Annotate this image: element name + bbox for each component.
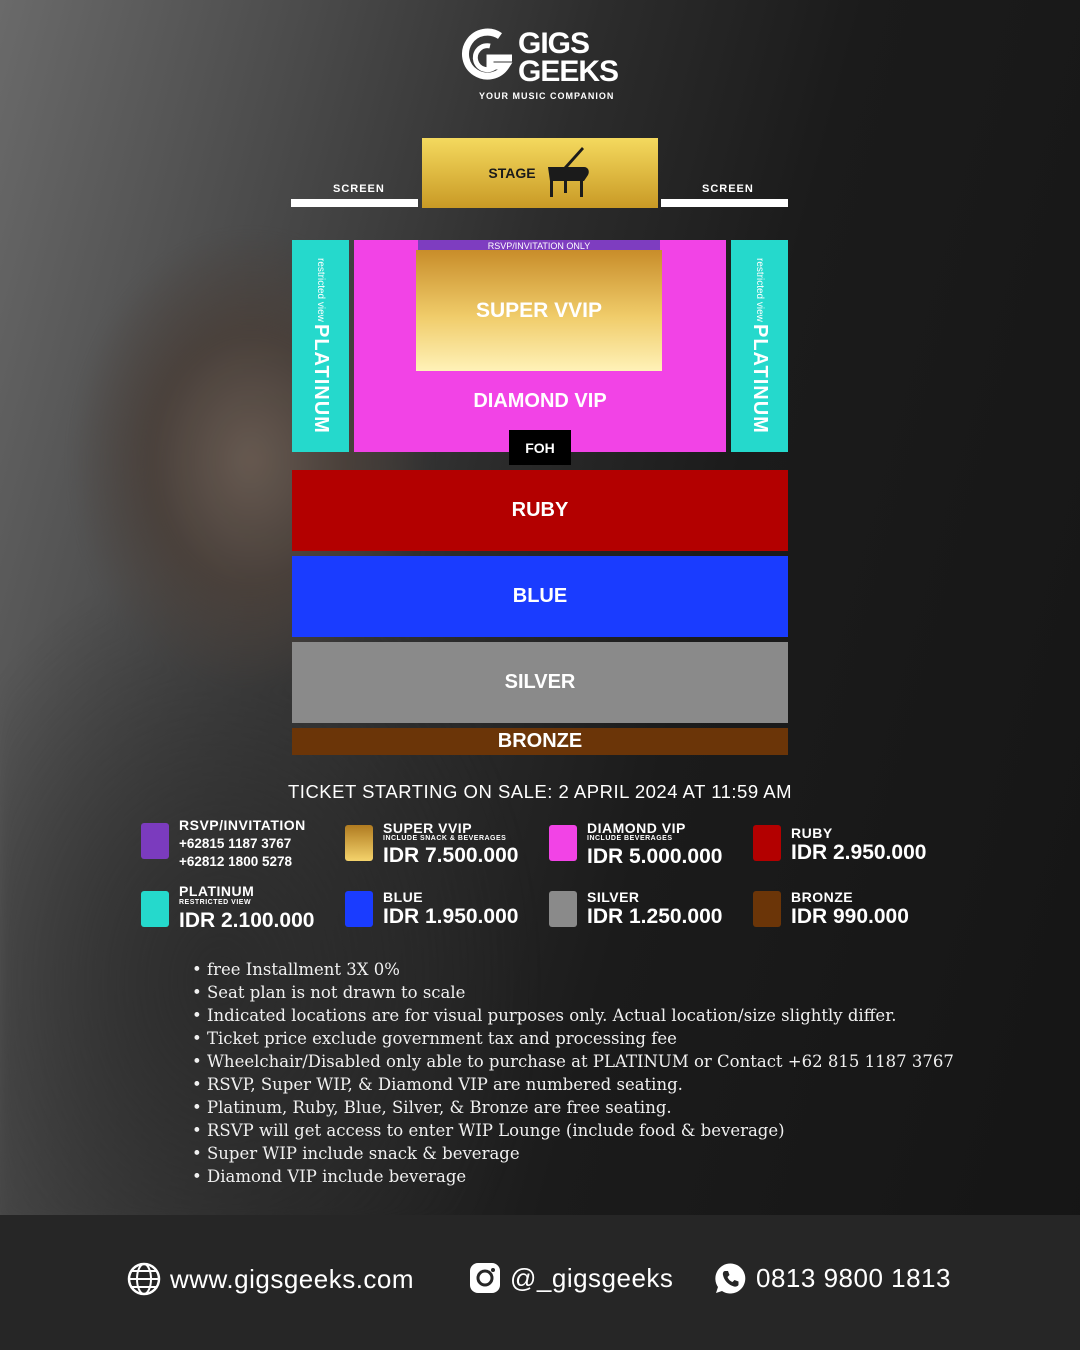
footer-website[interactable]: www.gigsgeeks.com <box>127 1262 414 1296</box>
footer-phone[interactable]: 0813 9800 1813 <box>714 1262 951 1295</box>
legend-rsvp-phone2: +62812 1800 5278 <box>179 854 292 869</box>
silver-swatch <box>549 891 577 927</box>
legend-super-vvip-price: IDR 7.500.000 <box>383 844 519 867</box>
legend-bronze-name: BRONZE <box>791 889 854 905</box>
ruby-zone[interactable]: RUBY <box>292 470 788 551</box>
grand-piano-icon <box>547 147 589 197</box>
stage-label: STAGE <box>488 165 536 181</box>
website-text: www.gigsgeeks.com <box>170 1263 415 1294</box>
platinum-right-zone[interactable]: restricted view PLATINUM <box>731 240 788 452</box>
note-item: • RSVP, Super WIP, & Diamond VIP are num… <box>192 1075 683 1094</box>
legend-diamond-vip-sub: INCLUDE BEVERAGES <box>587 835 673 842</box>
ruby-swatch <box>753 825 781 861</box>
note-item: • Platinum, Ruby, Blue, Silver, & Bronze… <box>192 1098 672 1117</box>
note-item: • Wheelchair/Disabled only able to purch… <box>192 1052 954 1071</box>
screen-right <box>661 199 788 207</box>
note-item: • Diamond VIP include beverage <box>192 1167 467 1186</box>
phone-text: 0813 9800 1813 <box>756 1263 951 1293</box>
stage: STAGE <box>422 138 658 208</box>
legend-silver-name: SILVER <box>587 889 640 905</box>
legend-ruby-price: IDR 2.950.000 <box>791 841 927 864</box>
rsvp-swatch <box>141 823 169 859</box>
whatsapp-icon <box>715 1263 746 1294</box>
diamond-vip-label: DIAMOND VIP <box>473 390 607 412</box>
screen-left-label: SCREEN <box>333 183 385 195</box>
legend-platinum-sub: RESTRICTED VIEW <box>179 899 252 906</box>
instagram-icon <box>470 1263 500 1293</box>
legend-platinum-name: PLATINUM <box>179 883 255 899</box>
note-item: • Seat plan is not drawn to scale <box>192 983 466 1002</box>
legend-diamond-vip-name: DIAMOND VIP <box>587 820 686 836</box>
legend-bronze-price: IDR 990.000 <box>791 905 909 928</box>
legend-silver-price: IDR 1.250.000 <box>587 905 723 928</box>
legend-blue-price: IDR 1.950.000 <box>383 905 519 928</box>
foh-booth: FOH <box>509 430 571 465</box>
platinum-swatch <box>141 891 169 927</box>
legend-ruby-name: RUBY <box>791 825 833 841</box>
note-item: • Ticket price exclude government tax an… <box>192 1029 677 1048</box>
super-vvip-zone[interactable]: SUPER VVIP <box>416 250 662 371</box>
footer-instagram[interactable]: @_gigsgeeks <box>469 1262 673 1294</box>
gigsgeeks-logo[interactable]: GIGS GEEKS YOUR MUSIC COMPANION <box>460 28 630 104</box>
note-item: • Super WIP include snack & beverage <box>192 1144 520 1163</box>
silver-zone[interactable]: SILVER <box>292 642 788 723</box>
legend-rsvp-phone1: +62815 1187 3767 <box>179 836 292 851</box>
gg-monogram-icon <box>462 28 513 80</box>
platinum-left-zone[interactable]: PLATINUM restricted view <box>292 240 349 452</box>
bronze-zone[interactable]: BRONZE <box>292 728 788 755</box>
legend-platinum-price: IDR 2.100.000 <box>179 909 315 932</box>
note-item: • free Installment 3X 0% <box>192 960 400 979</box>
legend-rsvp-name: RSVP/INVITATION <box>179 817 306 833</box>
sale-banner: TICKET STARTING ON SALE: 2 APRIL 2024 AT… <box>288 781 792 802</box>
platinum-left-label: PLATINUM <box>310 324 332 434</box>
screen-left <box>291 199 418 207</box>
platinum-left-sub: restricted view <box>315 258 326 323</box>
platinum-right-label: PLATINUM <box>749 324 771 434</box>
instagram-text: @_gigsgeeks <box>510 1262 674 1293</box>
logo-tagline: YOUR MUSIC COMPANION <box>479 91 615 101</box>
legend-blue-name: BLUE <box>383 889 424 905</box>
terms-list: • free Installment 3X 0% • Seat plan is … <box>192 958 954 1188</box>
note-item: • Indicated locations are for visual pur… <box>192 1006 897 1025</box>
legend-diamond-vip-price: IDR 5.000.000 <box>587 845 723 868</box>
screen-right-label: SCREEN <box>702 183 754 195</box>
logo-text: GIGS GEEKS <box>518 27 619 88</box>
legend-super-vvip-name: SUPER VVIP <box>383 820 473 836</box>
blue-zone[interactable]: BLUE <box>292 556 788 637</box>
super-vvip-swatch <box>345 825 373 861</box>
note-item: • RSVP will get access to enter WIP Loun… <box>192 1121 785 1140</box>
diamond-vip-swatch <box>549 825 577 861</box>
globe-icon <box>127 1262 161 1296</box>
blue-swatch <box>345 891 373 927</box>
platinum-right-sub: restricted view <box>754 258 765 323</box>
legend-super-vvip-sub: INCLUDE SNACK & BEVERAGES <box>383 835 507 842</box>
bronze-swatch <box>753 891 781 927</box>
